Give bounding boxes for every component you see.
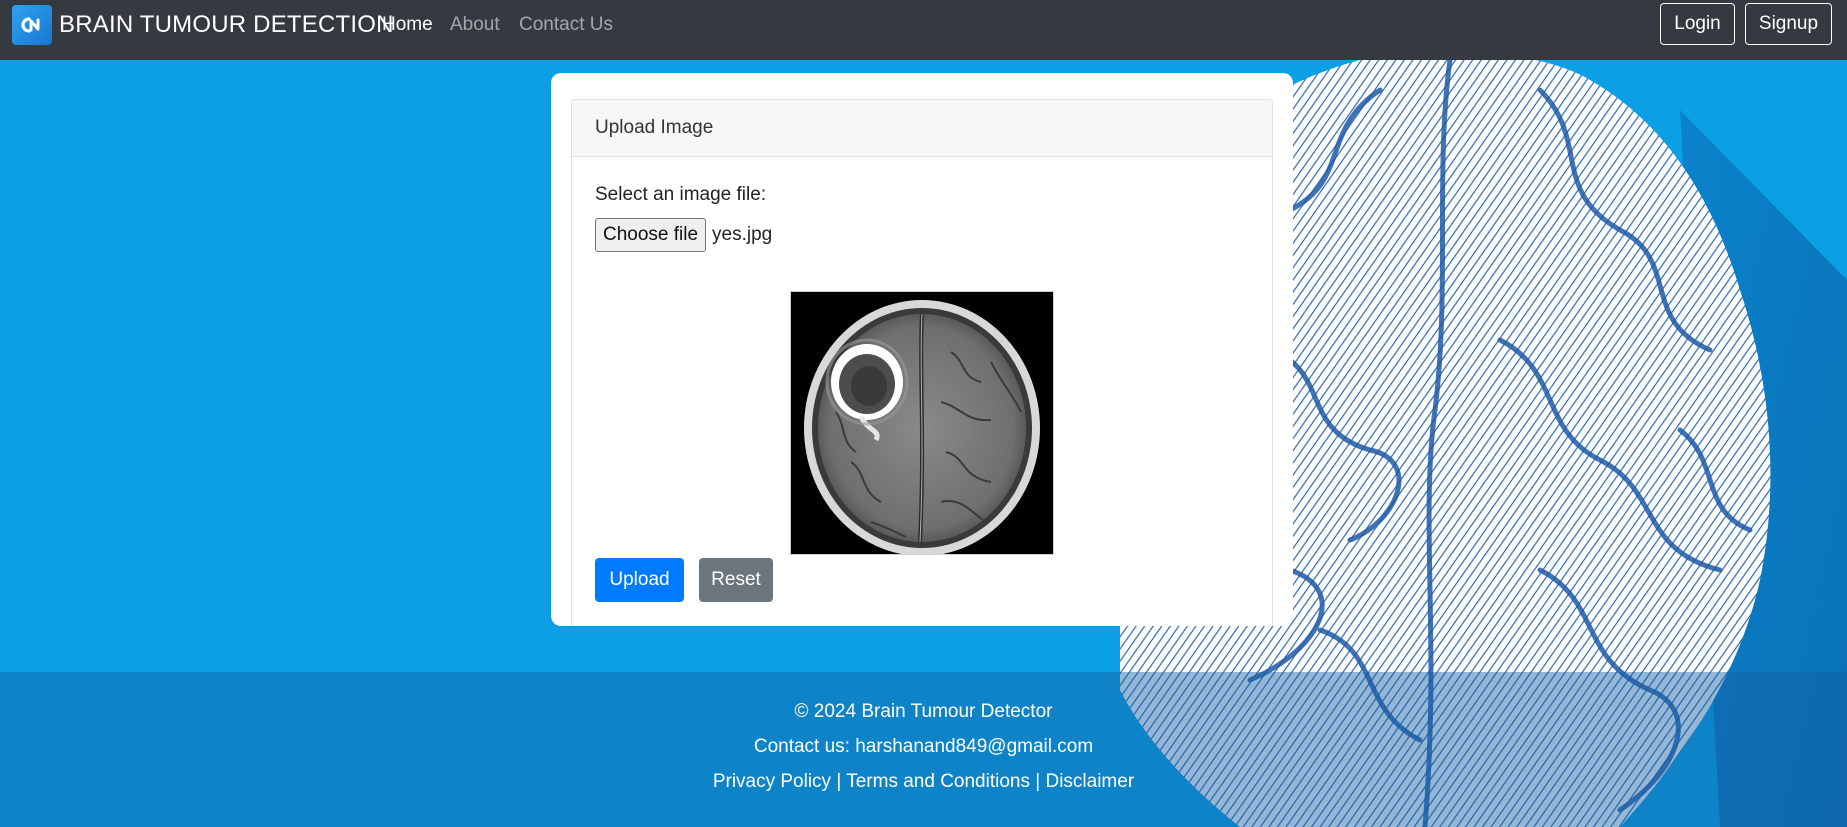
footer-separator: | [836, 771, 842, 792]
upload-button[interactable]: Upload [595, 558, 684, 602]
upload-panel: Upload Image Select an image file: Choos… [571, 99, 1273, 626]
nav-contact-us[interactable]: Contact Us [519, 14, 613, 36]
file-input[interactable]: Choose file yes.jpg [595, 218, 772, 252]
footer: © 2024 Brain Tumour Detector Contact us:… [0, 672, 1847, 827]
disclaimer-link[interactable]: Disclaimer [1045, 771, 1134, 792]
footer-links: Privacy Policy | Terms and Conditions | … [0, 771, 1847, 793]
mri-preview [790, 291, 1054, 556]
footer-contact: Contact us: harshanand849@gmail.com [753, 736, 1094, 757]
terms-link[interactable]: Terms and Conditions [846, 771, 1030, 792]
brand-title: BRAIN TUMOUR DETECTION [59, 11, 394, 38]
nav-about[interactable]: About [450, 14, 500, 36]
reset-button[interactable]: Reset [699, 558, 773, 602]
upload-card: Upload Image Select an image file: Choos… [551, 73, 1293, 626]
privacy-policy-link[interactable]: Privacy Policy [713, 771, 831, 792]
brand-logo-icon [12, 5, 52, 45]
navbar: BRAIN TUMOUR DETECTION Home About Contac… [0, 0, 1847, 60]
choose-file-button[interactable]: Choose file [595, 218, 706, 252]
selected-file-name: yes.jpg [712, 224, 773, 245]
footer-copyright: © 2024 Brain Tumour Detector [794, 701, 1053, 722]
file-input-label: Select an image file: [595, 184, 767, 205]
brand[interactable]: BRAIN TUMOUR DETECTION [12, 5, 394, 45]
signup-button[interactable]: Signup [1745, 3, 1832, 45]
footer-separator: | [1035, 771, 1041, 792]
nav-home[interactable]: Home [382, 14, 433, 36]
login-button[interactable]: Login [1660, 3, 1735, 45]
card-header: Upload Image [572, 100, 1272, 157]
